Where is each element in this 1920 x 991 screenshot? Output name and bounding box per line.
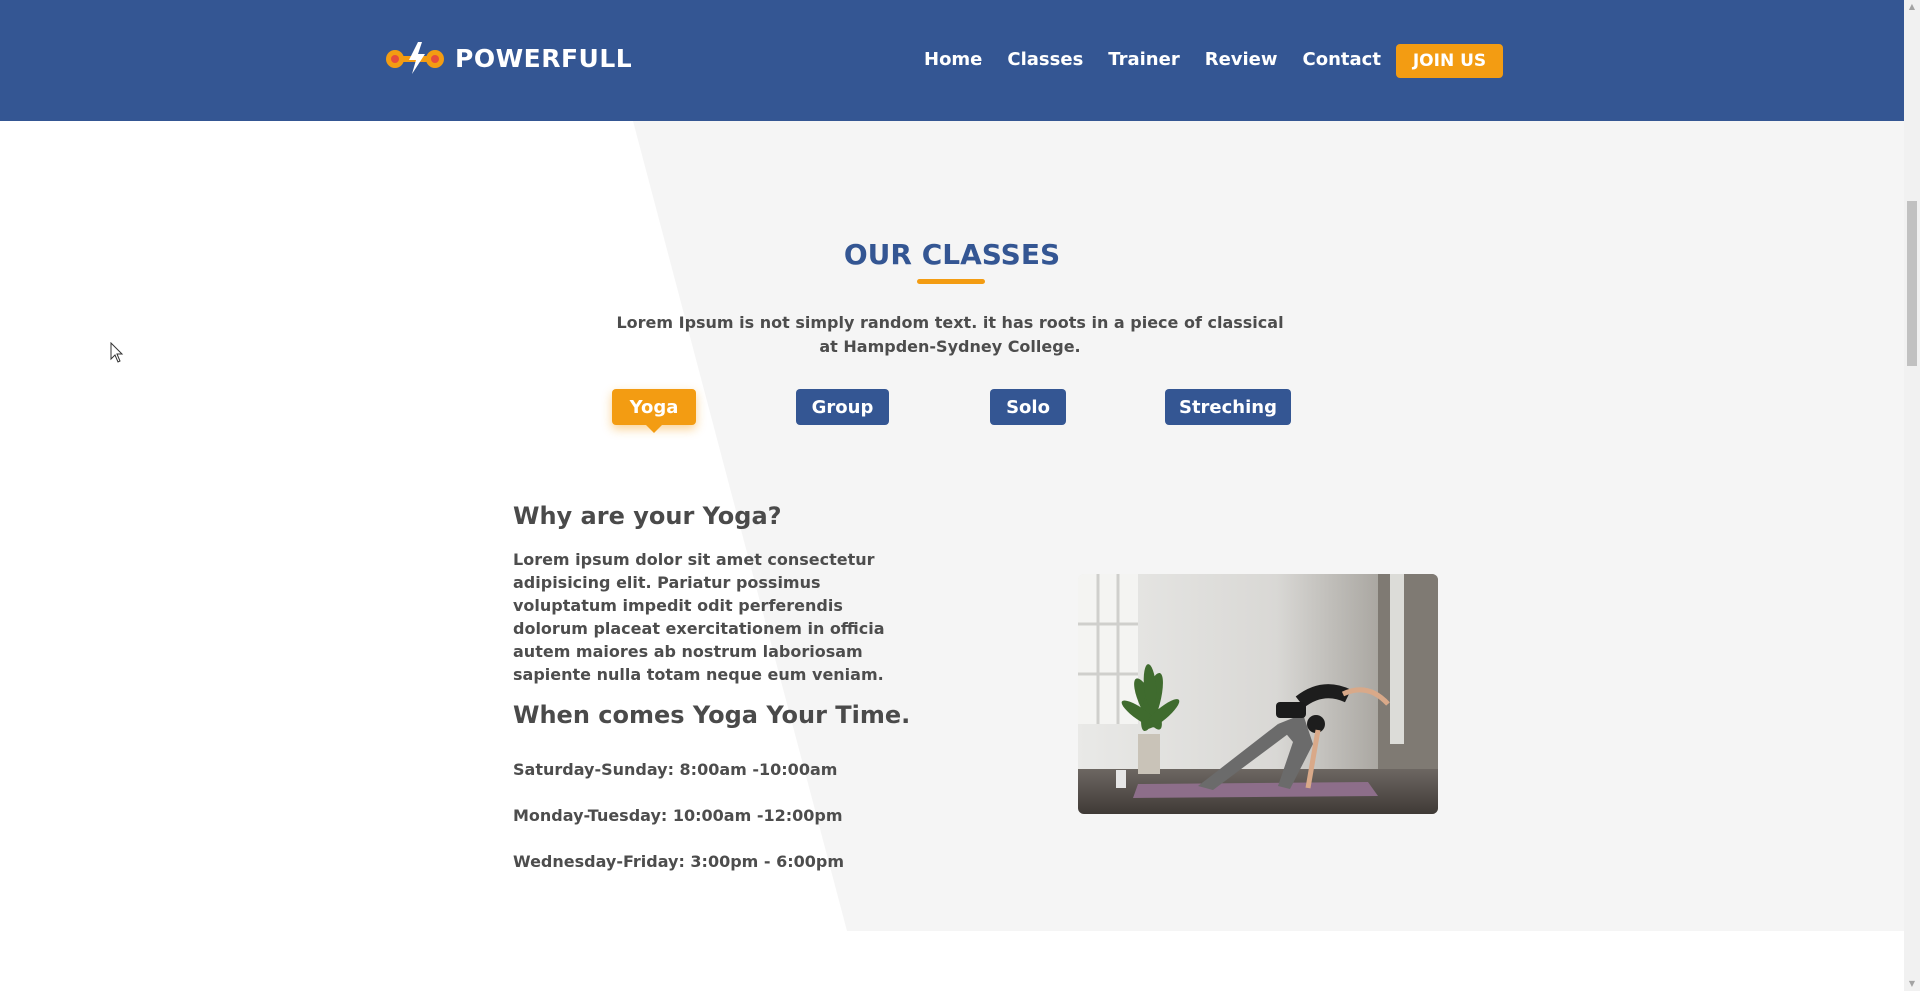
tab-streching[interactable]: Streching [1165,389,1291,425]
content-heading: Why are your Yoga? [513,502,782,530]
nav-trainer[interactable]: Trainer [1108,48,1179,72]
page-scrollbar[interactable]: ▲ ▼ [1904,0,1920,991]
dumbbell-lightning-logo-icon [386,42,444,74]
schedule-item: Monday-Tuesday: 10:00am -12:00pm [513,806,843,825]
main-nav: Home Classes Trainer Review Contact [924,48,1406,72]
yoga-photo [1078,574,1438,814]
schedule-item: Saturday-Sunday: 8:00am -10:00am [513,760,838,779]
schedule-item: Wednesday-Friday: 3:00pm - 6:00pm [513,852,845,871]
nav-home[interactable]: Home [924,48,982,72]
active-tab-pointer [645,424,663,433]
content-body: Lorem ipsum dolor sit amet consectetur a… [513,550,885,684]
tab-group[interactable]: Group [796,389,889,425]
schedule-heading: When comes Yoga Your Time. [513,701,911,729]
navbar: POWERFULL Home Classes Trainer Review Co… [0,0,1904,121]
scroll-up-arrow-icon[interactable]: ▲ [1904,0,1920,14]
scrollbar-thumb[interactable] [1907,201,1917,366]
nav-review[interactable]: Review [1205,48,1278,72]
scroll-down-arrow-icon[interactable]: ▼ [1904,977,1920,991]
brand[interactable]: POWERFULL [383,40,632,76]
brand-name: POWERFULL [455,43,633,73]
tab-yoga[interactable]: Yoga [612,389,696,425]
nav-contact[interactable]: Contact [1303,48,1381,72]
section-intro: Lorem Ipsum is not simply random text. i… [616,313,1284,356]
join-us-button[interactable]: JOIN US [1396,44,1503,78]
section-title: OUR CLASSES [843,238,1061,271]
tab-solo[interactable]: Solo [990,389,1066,425]
title-underline [917,279,985,284]
mouse-pointer-icon [110,342,124,363]
nav-classes[interactable]: Classes [1007,48,1083,72]
